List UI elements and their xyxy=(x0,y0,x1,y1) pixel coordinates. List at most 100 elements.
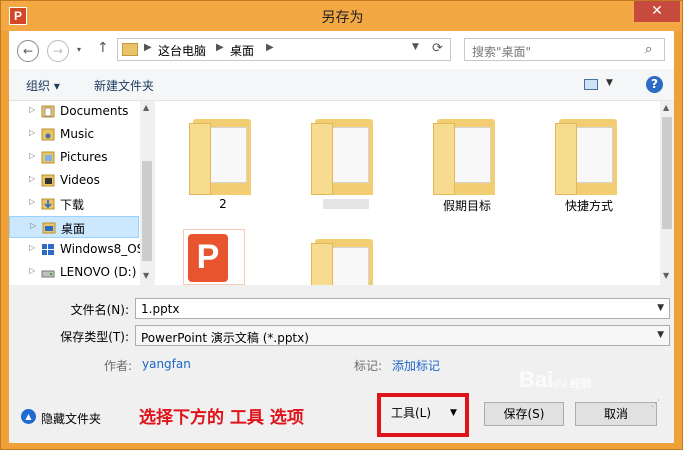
desktop-folder-icon xyxy=(42,222,56,234)
expand-chevron-icon[interactable]: ▷ xyxy=(29,174,35,183)
drive-icon xyxy=(41,270,55,278)
save-type-select[interactable]: PowerPoint 演示文稿 (*.pptx) ▼ xyxy=(135,325,670,346)
tree-item-label: Music xyxy=(60,127,95,141)
back-button[interactable]: ← xyxy=(17,40,39,62)
dropdown-icon: ▼ xyxy=(450,408,457,418)
music-library-icon xyxy=(41,128,55,141)
resize-grip-icon[interactable]: ⋰ xyxy=(651,399,660,409)
expand-chevron-icon[interactable]: ▷ xyxy=(29,151,35,160)
tags-label: 标记: xyxy=(354,359,383,373)
expand-chevron-icon[interactable]: ▷ xyxy=(29,105,35,114)
scrollbar-thumb[interactable] xyxy=(142,161,152,261)
address-bar[interactable]: ▶ 这台电脑 ▶ 桌面 ▶ ▼ ⟳ xyxy=(117,38,451,61)
save-button[interactable]: 保存(S) xyxy=(484,402,564,426)
downloads-folder-icon xyxy=(41,198,55,210)
folder-preview xyxy=(205,127,247,183)
breadcrumb-chevron-icon: ▶ xyxy=(266,42,274,53)
tree-item-label: 桌面 xyxy=(61,222,86,236)
tree-item-label: LENOVO (D:) xyxy=(60,265,137,279)
folder-icon xyxy=(122,43,138,56)
documents-library-icon xyxy=(41,105,55,118)
navigation-bar: ← → ▾ ↑ ▶ 这台电脑 ▶ 桌面 ▶ ▼ ⟳ 搜索"桌面" ⌕ xyxy=(9,31,674,69)
scroll-down-icon[interactable]: ▼ xyxy=(143,271,149,280)
navigation-pane: ▷ Documents ▷ Music ▷ Pictures ▷ Videos … xyxy=(9,101,154,285)
folder-label: 2 xyxy=(219,197,227,211)
folder-flap xyxy=(311,243,333,285)
folder-item-blurred[interactable] xyxy=(305,109,385,209)
scroll-down-icon[interactable]: ▼ xyxy=(663,271,669,280)
tree-item-pictures[interactable]: ▷ Pictures xyxy=(9,147,139,169)
tree-item-label: Videos xyxy=(60,173,100,187)
chevron-up-icon: ▲ xyxy=(21,409,36,424)
tree-item-windows-os[interactable]: ▷ Windows8_OS xyxy=(9,239,140,261)
tree-item-documents[interactable]: ▷ Documents xyxy=(9,101,139,123)
tree-item-lenovo-d[interactable]: ▷ LENOVO (D:) xyxy=(9,262,139,284)
refresh-icon[interactable]: ⟳ xyxy=(432,41,443,56)
dropdown-icon[interactable]: ▼ xyxy=(657,330,664,340)
close-button[interactable]: ✕ xyxy=(634,1,680,22)
tree-item-downloads[interactable]: ▷ 下载 xyxy=(9,193,139,215)
address-dropdown-icon[interactable]: ▼ xyxy=(412,42,419,52)
command-bar: 组织 ▾ 新建文件夹 ▼ ? xyxy=(9,69,674,101)
filename-label: 文件名(N): xyxy=(70,303,129,317)
folder-item-holiday-goals[interactable]: 假期目标 xyxy=(427,109,507,213)
folder-label: 快捷方式 xyxy=(564,199,613,213)
folder-flap xyxy=(555,123,577,195)
tree-item-music[interactable]: ▷ Music xyxy=(9,124,139,146)
filename-input[interactable]: 1.pptx ▼ xyxy=(135,298,670,319)
help-icon[interactable]: ? xyxy=(646,76,663,93)
folder-item-shortcuts[interactable]: 快捷方式 xyxy=(549,109,629,213)
breadcrumb-chevron-icon: ▶ xyxy=(144,42,152,53)
organize-menu[interactable]: 组织 ▾ xyxy=(26,77,60,94)
save-type-label: 保存类型(T): xyxy=(60,330,129,344)
scrollbar-thumb[interactable] xyxy=(662,117,672,229)
pictures-library-icon xyxy=(41,151,55,164)
folder-item-2[interactable]: 2 xyxy=(183,109,263,211)
file-list-pane: 2 假期目标 快捷方式 P ▲ ▼ xyxy=(155,101,674,285)
new-folder-button[interactable]: 新建文件夹 xyxy=(94,77,154,94)
change-view-icon[interactable] xyxy=(584,79,598,90)
pptx-file-item[interactable]: P xyxy=(183,229,245,285)
folder-flap xyxy=(311,123,333,195)
dropdown-icon[interactable]: ▼ xyxy=(657,303,664,313)
author-label: 作者: xyxy=(104,359,133,373)
title-bar[interactable]: P 另存为 ✕ xyxy=(1,1,682,31)
instruction-annotation: 选择下方的 工具 选项 xyxy=(139,408,304,428)
search-box[interactable]: 搜索"桌面" ⌕ xyxy=(464,38,665,61)
scroll-up-icon[interactable]: ▲ xyxy=(143,103,149,112)
tree-item-desktop[interactable]: ▷ 桌面 xyxy=(9,216,139,238)
expand-chevron-icon[interactable]: ▷ xyxy=(29,197,35,206)
folder-label: 假期目标 xyxy=(442,199,491,213)
tree-item-videos[interactable]: ▷ Videos xyxy=(9,170,139,192)
file-pane-scrollbar[interactable]: ▲ ▼ xyxy=(660,101,674,285)
folder-flap xyxy=(433,123,455,195)
author-value[interactable]: yangfan xyxy=(142,357,191,371)
nav-pane-scrollbar[interactable]: ▲ ▼ xyxy=(140,101,154,285)
expand-chevron-icon[interactable]: ▷ xyxy=(29,128,35,137)
view-dropdown-icon[interactable]: ▼ xyxy=(606,78,613,88)
tree-item-label: 下载 xyxy=(60,198,85,212)
folder-preview xyxy=(327,127,369,183)
folder-item-partial[interactable] xyxy=(305,229,385,285)
tools-button[interactable]: 工具(L) ▼ xyxy=(385,402,461,426)
expand-chevron-icon[interactable]: ▷ xyxy=(30,221,36,230)
expand-chevron-icon[interactable]: ▷ xyxy=(29,266,35,275)
folder-preview xyxy=(327,247,369,285)
folder-flap xyxy=(189,123,211,195)
expand-chevron-icon[interactable]: ▷ xyxy=(29,243,35,252)
redacted-label xyxy=(323,199,369,209)
watermark-text: Bai xyxy=(519,367,554,392)
scroll-up-icon[interactable]: ▲ xyxy=(663,103,669,112)
breadcrumb-this-pc[interactable]: 这台电脑 xyxy=(158,42,206,59)
tree-item-label: Windows8_OS xyxy=(60,242,140,256)
search-icon[interactable]: ⌕ xyxy=(645,42,652,57)
search-placeholder: 搜索"桌面" xyxy=(472,45,532,59)
breadcrumb-desktop[interactable]: 桌面 xyxy=(230,42,254,59)
forward-button[interactable]: → xyxy=(47,40,69,62)
tools-label: 工具(L) xyxy=(391,406,432,420)
add-tags-link[interactable]: 添加标记 xyxy=(392,357,440,374)
up-button[interactable]: ↑ xyxy=(97,40,109,56)
cancel-button[interactable]: 取消 xyxy=(575,402,657,426)
recent-locations-icon[interactable]: ▾ xyxy=(77,45,81,54)
hide-folders-label: 隐藏文件夹 xyxy=(41,412,102,426)
